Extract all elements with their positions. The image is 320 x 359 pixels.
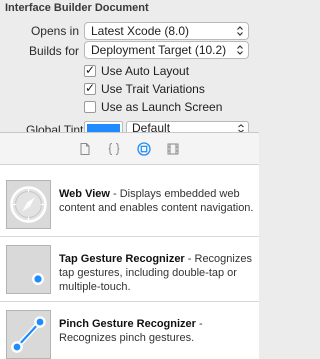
- library-item-text: Tap Gesture Recognizer - Recognizes tap …: [59, 252, 255, 294]
- file-icon[interactable]: [78, 142, 92, 156]
- library-tab-bar: [0, 133, 259, 165]
- object-library-icon[interactable]: [137, 142, 151, 156]
- opens-in-label: Opens in: [30, 24, 79, 38]
- library-item-tap-gesture-recognizer[interactable]: Tap Gesture Recognizer - Recognizes tap …: [0, 238, 259, 302]
- checkmark-icon: ✓: [85, 81, 96, 95]
- pinch-gesture-thumbnail: [6, 310, 51, 359]
- code-braces-icon[interactable]: [107, 142, 121, 156]
- compass-icon: [10, 186, 47, 223]
- opens-in-value: Latest Xcode (8.0): [91, 24, 190, 38]
- use-trait-variations-checkbox[interactable]: ✓ Use Trait Variations: [84, 81, 205, 97]
- builds-for-label: Builds for: [28, 44, 79, 58]
- library-item-web-view[interactable]: Web View - Displays embedded web content…: [0, 173, 259, 237]
- checkbox-box[interactable]: ✓: [84, 63, 96, 77]
- object-library-list: Web View - Displays embedded web content…: [0, 165, 259, 359]
- checkbox-label: Use Auto Layout: [101, 64, 190, 78]
- library-item-text: Web View - Displays embedded web content…: [59, 187, 255, 215]
- library-item-title: Tap Gesture Recognizer: [59, 253, 185, 265]
- builds-for-value: Deployment Target (10.2): [91, 43, 227, 57]
- library-item-pinch-gesture-recognizer[interactable]: Pinch Gesture Recognizer - Recognizes pi…: [0, 303, 259, 359]
- document-inspector: Interface Builder Document Opens in Late…: [0, 0, 259, 137]
- opens-in-popup[interactable]: Latest Xcode (8.0): [84, 22, 249, 40]
- checkbox-label: Use as Launch Screen: [101, 100, 223, 114]
- pinch-gesture-icon: [11, 316, 46, 353]
- checkbox-label: Use Trait Variations: [101, 82, 205, 96]
- use-auto-layout-checkbox[interactable]: ✓ Use Auto Layout: [84, 63, 189, 79]
- chevron-updown-icon: [237, 26, 243, 36]
- tap-gesture-thumbnail: [6, 245, 51, 294]
- media-library-icon[interactable]: [166, 142, 180, 156]
- use-as-launch-screen-checkbox[interactable]: Use as Launch Screen: [84, 99, 222, 115]
- web-view-thumbnail: [6, 180, 51, 229]
- section-title: Interface Builder Document: [5, 2, 149, 14]
- chevron-updown-icon: [237, 45, 243, 55]
- library-item-text: Pinch Gesture Recognizer - Recognizes pi…: [59, 317, 255, 345]
- library-item-title: Web View: [59, 188, 110, 200]
- builds-for-popup[interactable]: Deployment Target (10.2): [84, 41, 249, 59]
- checkbox-box[interactable]: [84, 101, 96, 113]
- tint-color-fill: [87, 124, 120, 132]
- checkmark-icon: ✓: [85, 63, 96, 77]
- tap-gesture-icon: [32, 273, 44, 285]
- library-item-title: Pinch Gesture Recognizer: [59, 318, 196, 330]
- checkbox-box[interactable]: ✓: [84, 81, 96, 95]
